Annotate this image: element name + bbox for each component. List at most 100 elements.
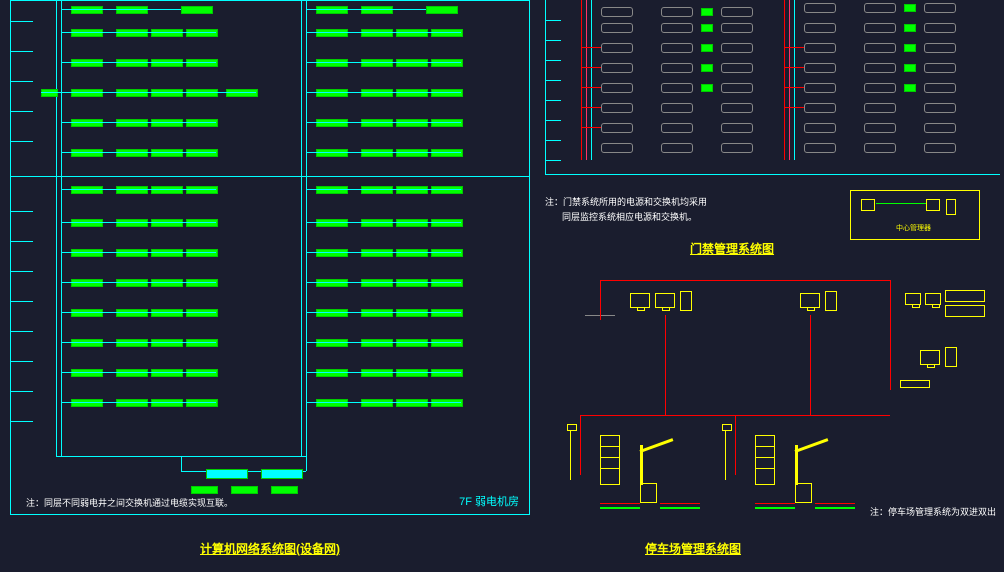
server-rack-icon — [945, 290, 985, 302]
access-title: 门禁管理系统图 — [690, 240, 774, 257]
device-block — [71, 279, 103, 287]
device-block — [316, 339, 348, 347]
device-block — [431, 369, 463, 377]
device-block — [71, 29, 103, 37]
device-block — [431, 89, 463, 97]
legend-computer-icon — [946, 199, 956, 215]
device-block — [316, 309, 348, 317]
device-block — [71, 219, 103, 227]
device-block — [316, 399, 348, 407]
monitor-icon — [630, 293, 650, 308]
device-block — [71, 249, 103, 257]
device-block — [151, 149, 183, 157]
device-block — [116, 186, 148, 194]
device-block — [361, 279, 393, 287]
device-block — [71, 59, 103, 67]
parking-title: 停车场管理系统图 — [645, 540, 741, 557]
device-block — [316, 59, 348, 67]
device-block — [71, 369, 103, 377]
device-block — [316, 119, 348, 127]
device-block — [361, 186, 393, 194]
ticket-cabinet-icon — [755, 435, 775, 485]
device-block — [151, 119, 183, 127]
computer-icon — [825, 291, 837, 311]
core-switch — [261, 469, 303, 479]
device-block — [116, 6, 148, 14]
device-block — [316, 149, 348, 157]
device-block — [361, 309, 393, 317]
device-block — [361, 29, 393, 37]
device-block — [151, 399, 183, 407]
ground-loop — [755, 507, 795, 509]
device-block — [151, 29, 183, 37]
device-block — [426, 6, 458, 14]
server-block — [231, 486, 258, 494]
ground-loop — [600, 507, 640, 509]
device-block — [396, 309, 428, 317]
device-block — [186, 186, 218, 194]
legend-label: 中心管理器 — [896, 223, 931, 233]
server-block — [191, 486, 218, 494]
device-block — [361, 249, 393, 257]
device-block — [186, 149, 218, 157]
device-block — [361, 6, 393, 14]
device-block — [396, 279, 428, 287]
device-block — [186, 119, 218, 127]
network-panel: 注：同层不同弱电井之间交换机通过电缆实现互联。 7F 弱电机房 — [10, 0, 530, 515]
device-block — [116, 309, 148, 317]
device-block — [396, 399, 428, 407]
device-block — [186, 219, 218, 227]
device-block — [431, 119, 463, 127]
device-block — [396, 29, 428, 37]
ground-loop — [660, 507, 700, 509]
device-block — [71, 119, 103, 127]
device-block — [316, 6, 348, 14]
device-block — [361, 119, 393, 127]
legend-device-icon — [861, 199, 875, 211]
device-block — [431, 219, 463, 227]
room-label: 7F 弱电机房 — [459, 493, 519, 509]
ticket-cabinet-icon — [600, 435, 620, 485]
device-block — [226, 89, 258, 97]
device-block — [186, 339, 218, 347]
device-block — [116, 279, 148, 287]
device-block — [316, 219, 348, 227]
device-block — [186, 29, 218, 37]
device-block — [431, 279, 463, 287]
monitor-icon — [800, 293, 820, 308]
device-block — [71, 149, 103, 157]
device-block — [116, 29, 148, 37]
device-block — [116, 219, 148, 227]
device-block — [316, 279, 348, 287]
device-block — [361, 369, 393, 377]
device-block — [396, 149, 428, 157]
monitor-icon — [905, 293, 921, 305]
device-block — [181, 6, 213, 14]
cad-canvas: 注：同层不同弱电井之间交换机通过电缆实现互联。 7F 弱电机房 计算机网络系统图… — [0, 0, 1004, 572]
device-block — [186, 369, 218, 377]
device-block — [71, 309, 103, 317]
device-block — [71, 89, 103, 97]
device-block — [151, 59, 183, 67]
legend-box: 中心管理器 — [850, 190, 980, 240]
device-block — [186, 59, 218, 67]
device-block — [431, 29, 463, 37]
device-block — [116, 339, 148, 347]
device-block — [431, 339, 463, 347]
device-block — [316, 249, 348, 257]
device-block — [361, 59, 393, 67]
computer-icon — [680, 291, 692, 311]
camera-pole-icon — [725, 430, 730, 480]
server-rack-icon — [945, 305, 985, 317]
device-block — [71, 399, 103, 407]
device-block — [186, 279, 218, 287]
device-block — [151, 89, 183, 97]
device-block — [151, 279, 183, 287]
device-block — [396, 249, 428, 257]
ground-loop — [815, 507, 855, 509]
device-block — [151, 219, 183, 227]
device-block — [116, 149, 148, 157]
device-block — [396, 186, 428, 194]
device-block — [116, 249, 148, 257]
device-block — [186, 249, 218, 257]
